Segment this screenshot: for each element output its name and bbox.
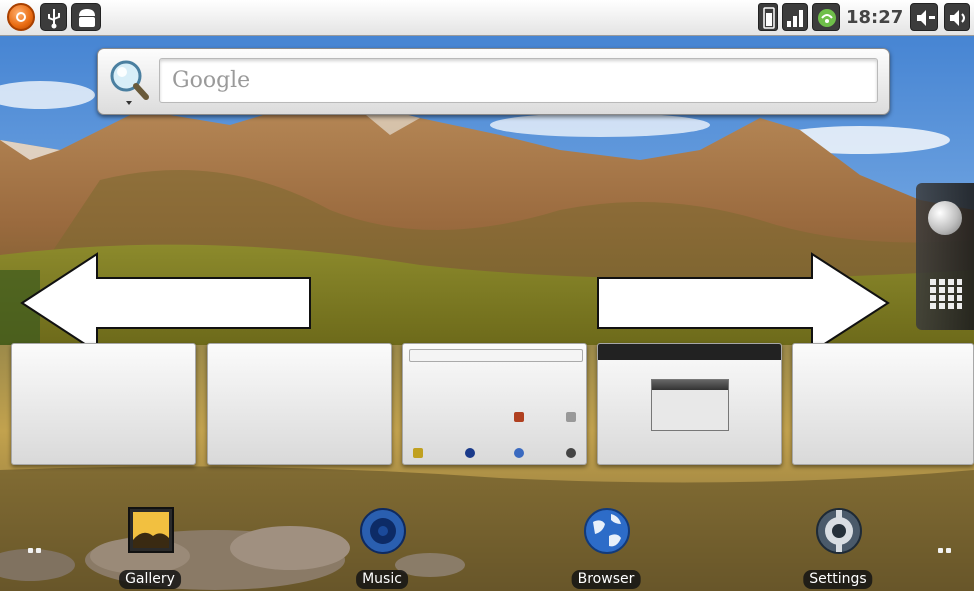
mini-dialog — [651, 379, 729, 431]
wifi-icon — [812, 3, 840, 31]
search-input[interactable] — [159, 58, 878, 103]
status-clock: 18:27 — [846, 7, 904, 28]
app-drawer-icon[interactable] — [930, 279, 962, 309]
mini-search-bar — [409, 349, 583, 362]
dock-label: Browser — [571, 570, 641, 589]
mini-gallery-icon — [413, 448, 423, 458]
workspace-thumbnail-5[interactable] — [792, 343, 974, 465]
usb-icon — [40, 3, 67, 31]
dock-label: Gallery — [119, 570, 181, 589]
dock-left-indicator[interactable] — [28, 548, 48, 554]
dock-label: Music — [356, 570, 408, 589]
settings-icon — [816, 508, 862, 554]
signal-icon — [782, 3, 808, 31]
dock-gallery[interactable]: Gallery — [105, 506, 195, 591]
dock-label: Settings — [803, 570, 873, 589]
mini-music-icon — [465, 448, 475, 458]
dock-browser[interactable]: Browser — [561, 506, 651, 591]
mini-app-icon — [566, 412, 576, 422]
battery-icon — [758, 3, 778, 31]
dock-right-indicator[interactable] — [938, 548, 958, 554]
app-icon[interactable] — [7, 3, 35, 31]
workspace-thumbnail-1[interactable] — [11, 343, 196, 465]
mini-settings-icon — [566, 448, 576, 458]
mini-dialog-bar — [598, 344, 781, 360]
mini-app-icon — [514, 412, 524, 422]
edge-panel — [916, 183, 974, 330]
mini-browser-icon — [514, 448, 524, 458]
gallery-icon — [128, 507, 174, 553]
status-bar: 18:27 — [0, 0, 974, 36]
arrow-right-icon — [597, 252, 890, 354]
music-icon — [360, 508, 406, 554]
dock-music[interactable]: Music — [337, 506, 427, 591]
volume-up-icon[interactable] — [944, 3, 970, 31]
google-search-widget — [97, 48, 890, 115]
volume-down-icon[interactable] — [910, 3, 938, 31]
workspace-thumbnail-2[interactable] — [207, 343, 392, 465]
browser-icon — [584, 508, 630, 554]
search-icon[interactable] — [104, 55, 154, 109]
arrow-left-icon — [20, 252, 311, 354]
globe-icon[interactable] — [928, 201, 962, 235]
workspace-thumbnail-3[interactable] — [402, 343, 587, 465]
dock-settings[interactable]: Settings — [793, 506, 883, 591]
android-icon — [71, 3, 101, 31]
workspace-thumbnail-4[interactable] — [597, 343, 782, 465]
